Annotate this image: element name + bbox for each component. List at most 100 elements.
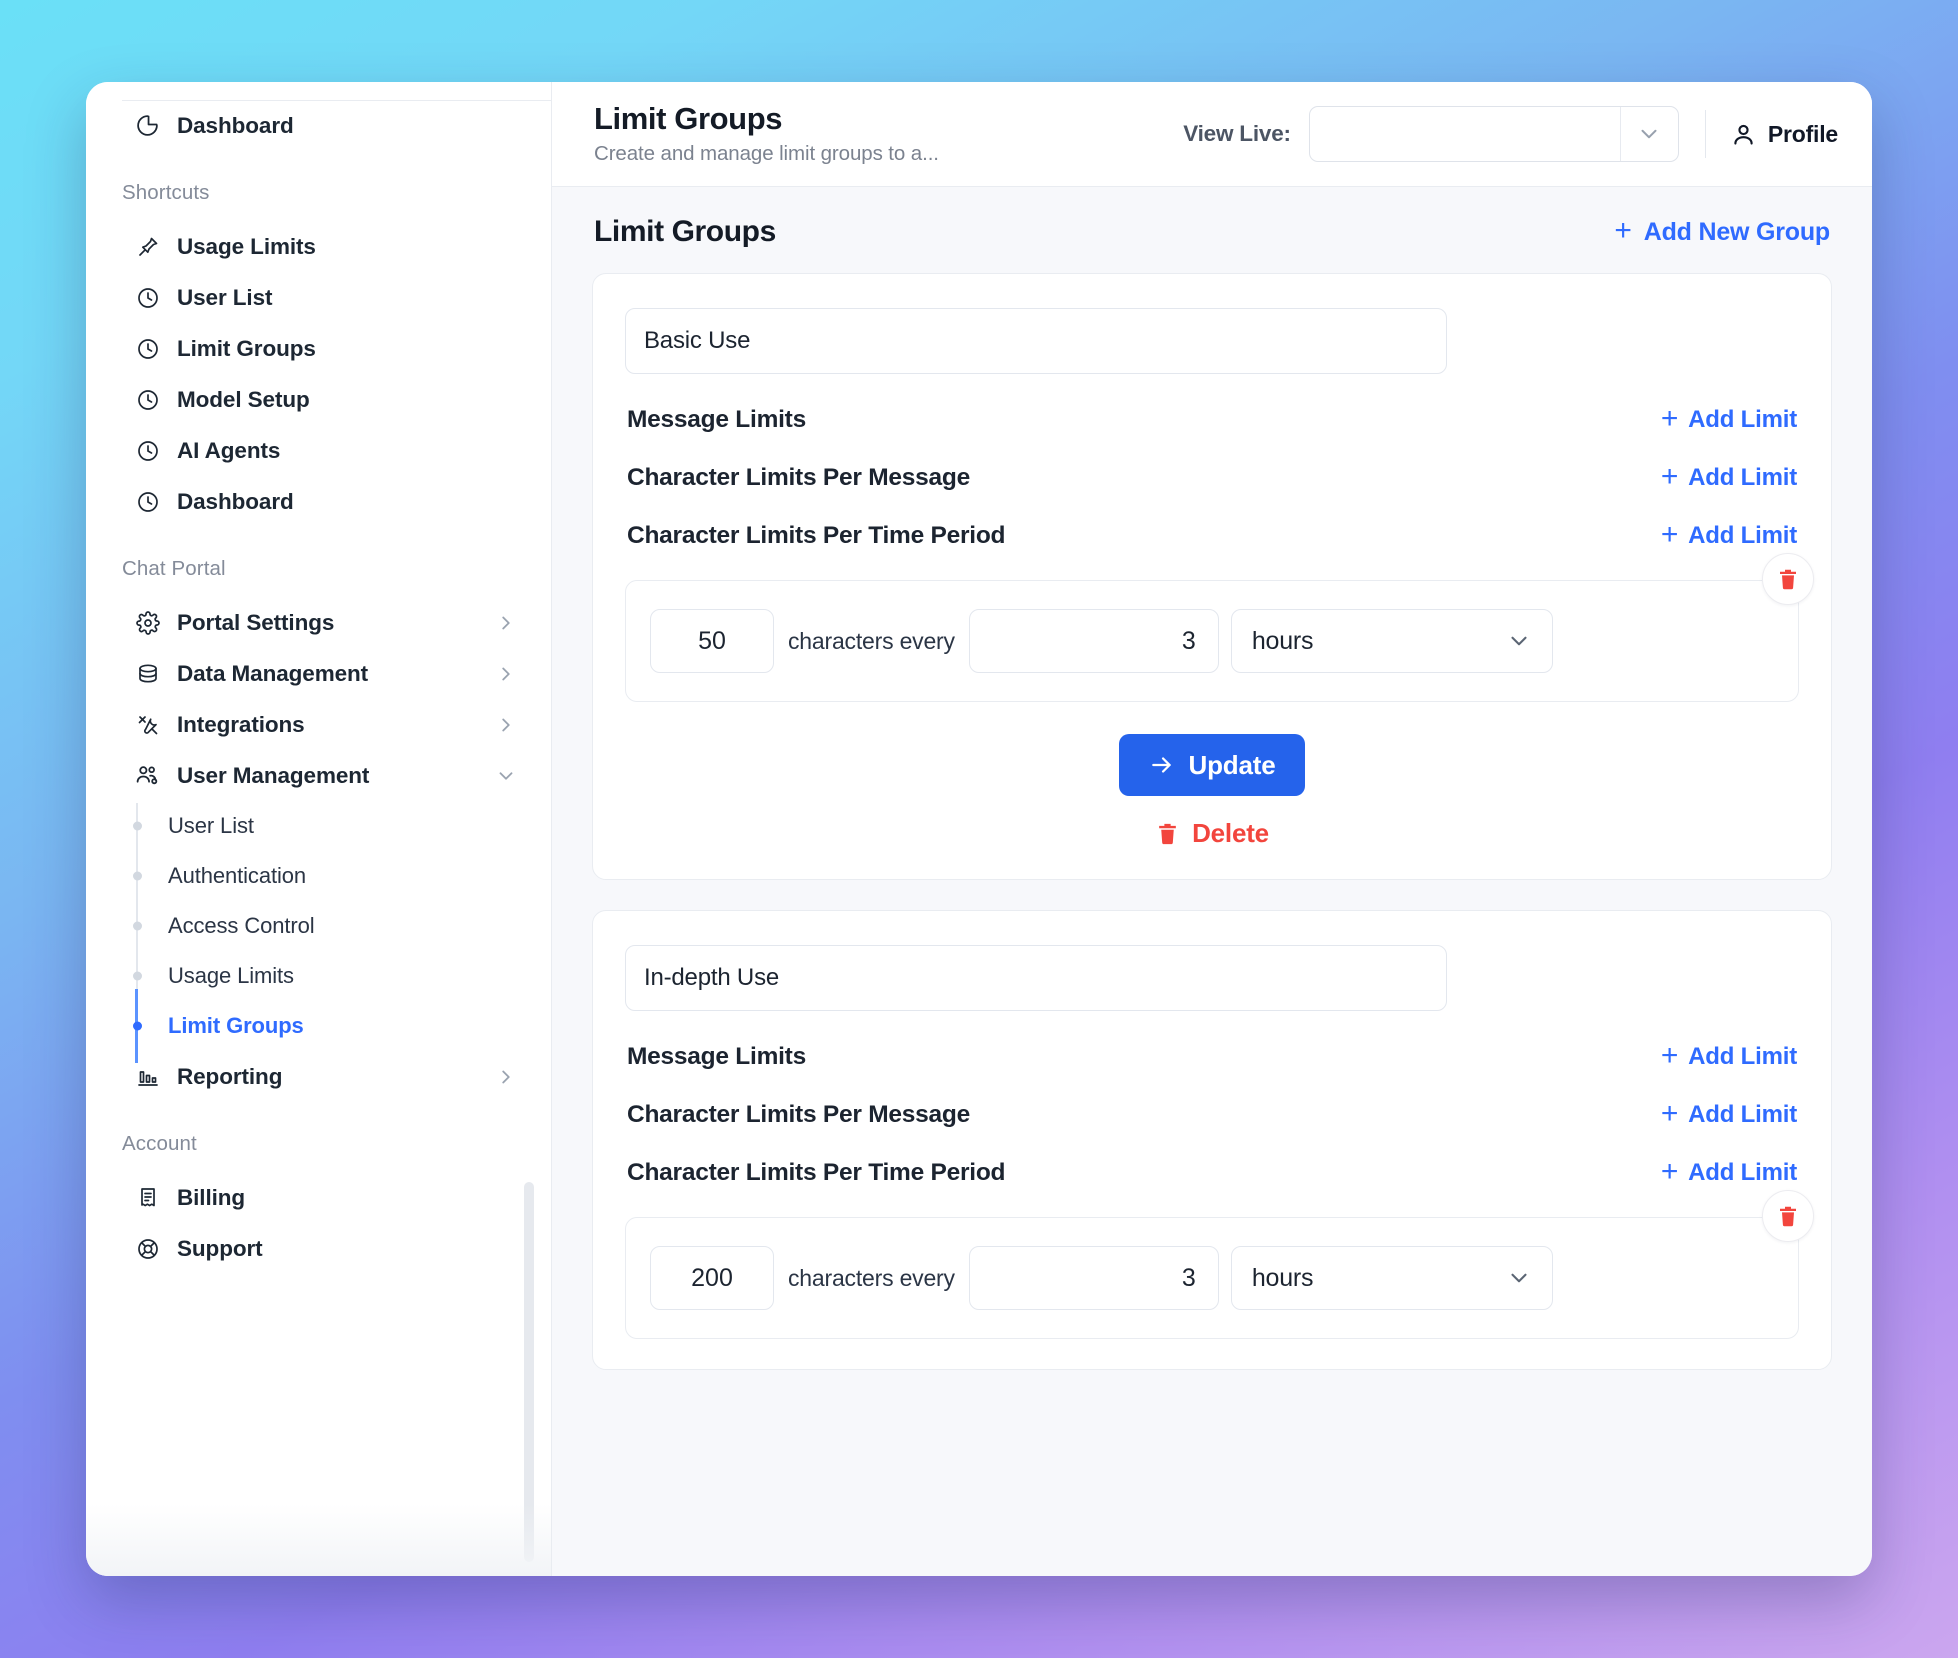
update-button[interactable]: Update	[1118, 734, 1306, 796]
plus-icon: +	[1660, 1097, 1679, 1130]
sidebar-item-portal-settings[interactable]: Portal Settings	[86, 597, 551, 648]
card-actions: Update Delete	[625, 734, 1799, 849]
sidebar-item-data-management[interactable]: Data Management	[86, 648, 551, 699]
limit-amount-input[interactable]: 50	[650, 609, 774, 673]
chevron-right-icon	[495, 612, 517, 634]
content-title: Limit Groups	[594, 215, 776, 248]
chevron-right-icon	[495, 714, 517, 736]
limit-section-title: Message Limits	[627, 1043, 806, 1070]
trash-icon	[1780, 569, 1796, 590]
limit-section-header: Message Limits + Add Limit	[625, 1039, 1799, 1072]
sidebar: Dashboard Shortcuts Usage Limits User Li…	[86, 82, 552, 1576]
sidebar-item-support[interactable]: Support	[86, 1223, 551, 1274]
sidebar-item-label: User List	[168, 813, 254, 838]
clock-icon	[134, 386, 161, 413]
add-limit-button[interactable]: + Add Limit	[1660, 460, 1797, 493]
clock-icon	[134, 335, 161, 362]
limit-entry: 50 characters every 3 hours	[625, 553, 1814, 702]
sidebar-item-limit-groups-shortcut[interactable]: Limit Groups	[86, 323, 551, 374]
delete-limit-button[interactable]	[1762, 553, 1814, 605]
limit-fields: 200 characters every 3 hours	[650, 1246, 1774, 1310]
limit-section-header: Character Limits Per Message + Add Limit	[625, 1097, 1799, 1130]
page-title: Limit Groups	[594, 101, 783, 137]
chevron-down-icon	[1506, 628, 1532, 654]
sidebar-item-user-management[interactable]: User Management	[86, 750, 551, 801]
top-bar-right: View Live: Profile	[1183, 106, 1838, 162]
pie-chart-icon	[134, 112, 161, 139]
limit-entry: 200 characters every 3 hours	[625, 1190, 1814, 1339]
bullet-icon	[132, 921, 142, 931]
limit-section-header: Character Limits Per Message + Add Limit	[625, 460, 1799, 493]
sidebar-item-label: Portal Settings	[177, 609, 335, 635]
group-name-input[interactable]: In-depth Use	[625, 945, 1447, 1011]
limit-between-label: characters every	[788, 1264, 955, 1291]
bullet-icon	[132, 1021, 142, 1031]
add-limit-button[interactable]: + Add Limit	[1660, 1155, 1797, 1188]
tools-icon	[134, 711, 161, 738]
sidebar-section-label-account: Account	[122, 1132, 197, 1155]
limit-amount-input[interactable]: 200	[650, 1246, 774, 1310]
add-limit-label: Add Limit	[1688, 522, 1797, 549]
sidebar-item-label: AI Agents	[177, 437, 281, 463]
sidebar-item-usage-limits[interactable]: Usage Limits	[86, 221, 551, 272]
chevron-down-icon	[1506, 1265, 1532, 1291]
sidebar-item-user-list-shortcut[interactable]: User List	[86, 272, 551, 323]
limit-section-title: Character Limits Per Message	[627, 464, 970, 491]
content-header: Limit Groups + Add New Group	[592, 187, 1832, 273]
sidebar-item-label: Reporting	[177, 1063, 283, 1089]
lifebuoy-icon	[134, 1235, 161, 1262]
add-limit-button[interactable]: + Add Limit	[1661, 520, 1797, 550]
add-limit-button[interactable]: + Add Limit	[1661, 404, 1797, 434]
sidebar-item-label: Data Management	[177, 660, 369, 686]
plus-icon: +	[1660, 1155, 1679, 1188]
sidebar-item-limit-groups[interactable]: Limit Groups	[132, 989, 551, 1063]
limit-unit-select[interactable]: hours	[1230, 1246, 1553, 1310]
add-limit-button[interactable]: + Add Limit	[1660, 1039, 1797, 1072]
add-limit-button[interactable]: + Add Limit	[1660, 1097, 1797, 1130]
plus-icon: +	[1614, 214, 1632, 247]
group-name-input[interactable]: Basic Use	[625, 308, 1447, 374]
sidebar-item-dashboard-shortcut[interactable]: Dashboard	[86, 476, 551, 527]
chevron-down-icon[interactable]	[1619, 107, 1678, 161]
plus-icon: +	[1660, 1039, 1679, 1072]
sidebar-item-label: User List	[177, 284, 273, 310]
view-live-select[interactable]	[1308, 106, 1679, 162]
chevron-right-icon	[495, 1066, 517, 1088]
limit-period-input[interactable]: 3	[968, 1246, 1219, 1310]
limit-section-header: Character Limits Per Time Period + Add L…	[625, 520, 1799, 550]
profile-label: Profile	[1767, 120, 1838, 147]
sidebar-item-ai-agents[interactable]: AI Agents	[86, 425, 551, 476]
bullet-icon	[132, 871, 142, 881]
sidebar-item-usage-limits-sub[interactable]: Usage Limits	[132, 951, 551, 1001]
limit-unit-select[interactable]: hours	[1230, 609, 1553, 673]
delete-limit-button[interactable]	[1762, 1190, 1814, 1242]
sidebar-item-dashboard-top[interactable]: Dashboard	[86, 100, 551, 151]
add-limit-label: Add Limit	[1688, 1101, 1797, 1128]
sidebar-top-divider	[122, 100, 551, 101]
delete-group-button[interactable]: Delete	[1155, 818, 1269, 849]
add-limit-label: Add Limit	[1688, 1159, 1797, 1186]
plus-icon: +	[1660, 460, 1679, 493]
add-new-group-button[interactable]: + Add New Group	[1614, 214, 1830, 247]
limit-period-input[interactable]: 3	[968, 609, 1219, 673]
limit-section-title: Character Limits Per Time Period	[627, 522, 1006, 549]
sidebar-item-label: Limit Groups	[177, 335, 316, 361]
chevron-down-icon	[495, 765, 517, 787]
sidebar-item-authentication[interactable]: Authentication	[132, 851, 551, 901]
profile-button[interactable]: Profile	[1730, 121, 1838, 148]
sidebar-item-label: Usage Limits	[168, 963, 294, 988]
sidebar-item-billing[interactable]: Billing	[86, 1172, 551, 1223]
sidebar-item-model-setup[interactable]: Model Setup	[86, 374, 551, 425]
database-icon	[134, 660, 161, 687]
pin-icon	[134, 233, 161, 260]
clock-icon	[134, 437, 161, 464]
sidebar-item-reporting[interactable]: Reporting	[86, 1051, 551, 1102]
sidebar-item-integrations[interactable]: Integrations	[86, 699, 551, 750]
sidebar-scrollbar[interactable]	[524, 1182, 534, 1562]
sidebar-item-user-list[interactable]: User List	[132, 801, 551, 851]
sidebar-item-access-control[interactable]: Access Control	[132, 901, 551, 951]
update-label: Update	[1188, 749, 1276, 780]
limit-section-title: Character Limits Per Message	[627, 1101, 970, 1128]
arrow-right-icon	[1149, 752, 1175, 778]
sidebar-item-label: User Management	[177, 762, 370, 788]
